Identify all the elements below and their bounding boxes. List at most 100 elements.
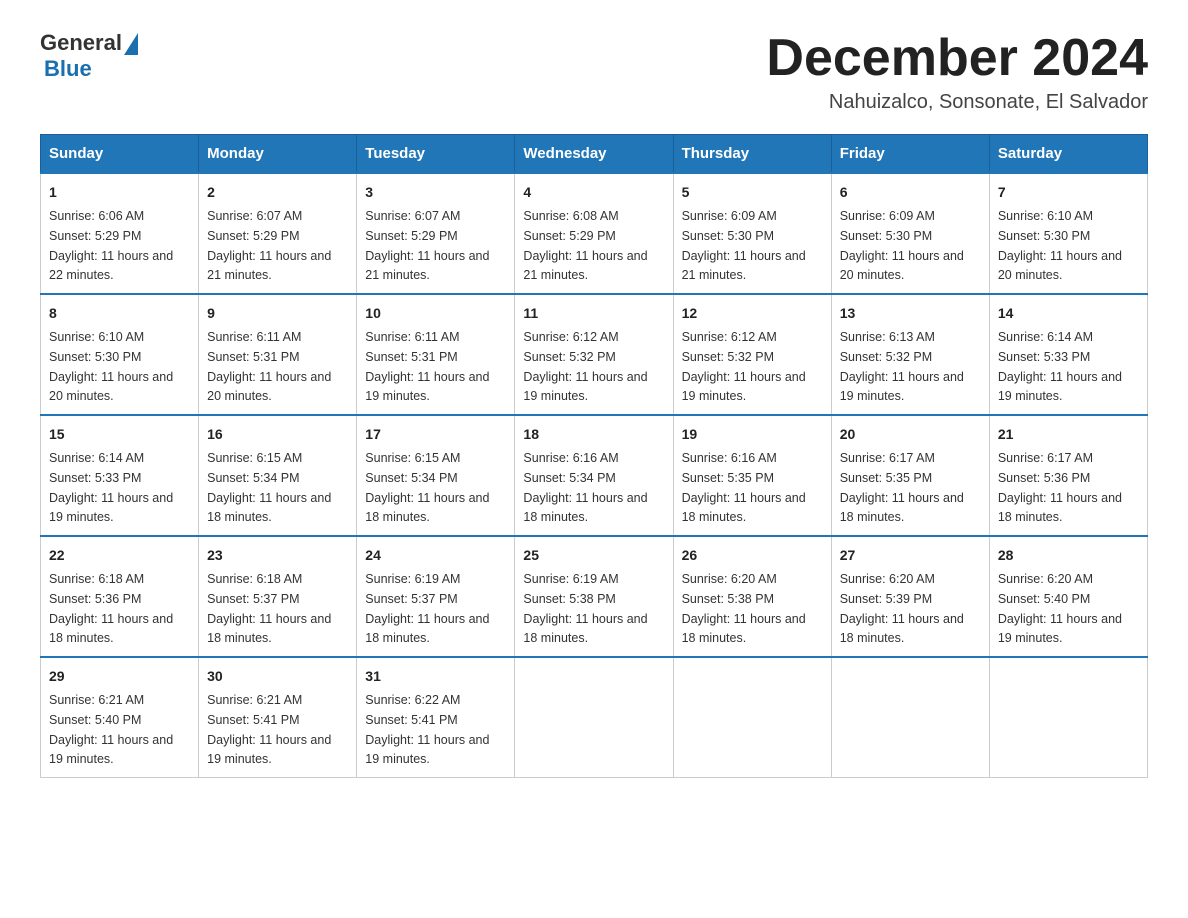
calendar-cell: 23 Sunrise: 6:18 AM Sunset: 5:37 PM Dayl… <box>199 536 357 657</box>
day-number: 23 <box>207 545 348 566</box>
sunset-text: Sunset: 5:38 PM <box>523 592 615 606</box>
sunrise-text: Sunrise: 6:17 AM <box>840 451 935 465</box>
calendar-cell: 5 Sunrise: 6:09 AM Sunset: 5:30 PM Dayli… <box>673 173 831 294</box>
calendar-week-row: 1 Sunrise: 6:06 AM Sunset: 5:29 PM Dayli… <box>41 173 1148 294</box>
daylight-text: Daylight: 11 hours and 20 minutes. <box>840 249 964 283</box>
day-number: 6 <box>840 182 981 203</box>
sunrise-text: Sunrise: 6:18 AM <box>49 572 144 586</box>
sunset-text: Sunset: 5:38 PM <box>682 592 774 606</box>
day-number: 28 <box>998 545 1139 566</box>
calendar-cell: 25 Sunrise: 6:19 AM Sunset: 5:38 PM Dayl… <box>515 536 673 657</box>
daylight-text: Daylight: 11 hours and 22 minutes. <box>49 249 173 283</box>
calendar-cell: 30 Sunrise: 6:21 AM Sunset: 5:41 PM Dayl… <box>199 657 357 778</box>
sunset-text: Sunset: 5:31 PM <box>365 350 457 364</box>
day-number: 10 <box>365 303 506 324</box>
sunset-text: Sunset: 5:37 PM <box>365 592 457 606</box>
daylight-text: Daylight: 11 hours and 18 minutes. <box>840 612 964 646</box>
day-of-week-header: Tuesday <box>357 135 515 174</box>
sunrise-text: Sunrise: 6:10 AM <box>49 330 144 344</box>
day-of-week-header: Sunday <box>41 135 199 174</box>
day-number: 12 <box>682 303 823 324</box>
calendar-cell: 27 Sunrise: 6:20 AM Sunset: 5:39 PM Dayl… <box>831 536 989 657</box>
daylight-text: Daylight: 11 hours and 18 minutes. <box>998 491 1122 525</box>
sunset-text: Sunset: 5:35 PM <box>840 471 932 485</box>
calendar-week-row: 8 Sunrise: 6:10 AM Sunset: 5:30 PM Dayli… <box>41 294 1148 415</box>
calendar-cell: 24 Sunrise: 6:19 AM Sunset: 5:37 PM Dayl… <box>357 536 515 657</box>
sunrise-text: Sunrise: 6:13 AM <box>840 330 935 344</box>
page-header: General Blue December 2024 Nahuizalco, S… <box>40 30 1148 114</box>
sunrise-text: Sunrise: 6:12 AM <box>523 330 618 344</box>
sunrise-text: Sunrise: 6:14 AM <box>49 451 144 465</box>
day-number: 25 <box>523 545 664 566</box>
calendar-cell: 31 Sunrise: 6:22 AM Sunset: 5:41 PM Dayl… <box>357 657 515 778</box>
day-number: 5 <box>682 182 823 203</box>
sunset-text: Sunset: 5:30 PM <box>49 350 141 364</box>
daylight-text: Daylight: 11 hours and 20 minutes. <box>207 370 331 404</box>
calendar-cell: 21 Sunrise: 6:17 AM Sunset: 5:36 PM Dayl… <box>989 415 1147 536</box>
logo-triangle-icon <box>124 33 138 55</box>
logo: General Blue <box>40 30 138 82</box>
daylight-text: Daylight: 11 hours and 19 minutes. <box>523 370 647 404</box>
logo-blue-text: Blue <box>44 56 92 82</box>
sunrise-text: Sunrise: 6:20 AM <box>998 572 1093 586</box>
day-number: 11 <box>523 303 664 324</box>
daylight-text: Daylight: 11 hours and 18 minutes. <box>682 491 806 525</box>
calendar-week-row: 15 Sunrise: 6:14 AM Sunset: 5:33 PM Dayl… <box>41 415 1148 536</box>
day-number: 22 <box>49 545 190 566</box>
sunrise-text: Sunrise: 6:09 AM <box>840 209 935 223</box>
daylight-text: Daylight: 11 hours and 18 minutes. <box>682 612 806 646</box>
sunset-text: Sunset: 5:29 PM <box>207 229 299 243</box>
day-number: 13 <box>840 303 981 324</box>
day-number: 19 <box>682 424 823 445</box>
sunrise-text: Sunrise: 6:10 AM <box>998 209 1093 223</box>
sunset-text: Sunset: 5:34 PM <box>207 471 299 485</box>
daylight-text: Daylight: 11 hours and 19 minutes. <box>49 733 173 767</box>
calendar-cell: 6 Sunrise: 6:09 AM Sunset: 5:30 PM Dayli… <box>831 173 989 294</box>
calendar-cell: 3 Sunrise: 6:07 AM Sunset: 5:29 PM Dayli… <box>357 173 515 294</box>
sunset-text: Sunset: 5:36 PM <box>998 471 1090 485</box>
sunrise-text: Sunrise: 6:07 AM <box>365 209 460 223</box>
day-of-week-header: Saturday <box>989 135 1147 174</box>
sunrise-text: Sunrise: 6:06 AM <box>49 209 144 223</box>
day-number: 1 <box>49 182 190 203</box>
sunrise-text: Sunrise: 6:11 AM <box>365 330 459 344</box>
sunrise-text: Sunrise: 6:16 AM <box>682 451 777 465</box>
sunrise-text: Sunrise: 6:11 AM <box>207 330 301 344</box>
daylight-text: Daylight: 11 hours and 20 minutes. <box>49 370 173 404</box>
sunset-text: Sunset: 5:39 PM <box>840 592 932 606</box>
day-of-week-header: Wednesday <box>515 135 673 174</box>
daylight-text: Daylight: 11 hours and 18 minutes. <box>365 612 489 646</box>
day-number: 4 <box>523 182 664 203</box>
calendar-cell <box>673 657 831 778</box>
daylight-text: Daylight: 11 hours and 21 minutes. <box>523 249 647 283</box>
calendar-week-row: 29 Sunrise: 6:21 AM Sunset: 5:40 PM Dayl… <box>41 657 1148 778</box>
sunrise-text: Sunrise: 6:21 AM <box>49 693 144 707</box>
calendar-cell: 13 Sunrise: 6:13 AM Sunset: 5:32 PM Dayl… <box>831 294 989 415</box>
sunset-text: Sunset: 5:30 PM <box>998 229 1090 243</box>
sunset-text: Sunset: 5:41 PM <box>365 713 457 727</box>
sunset-text: Sunset: 5:32 PM <box>840 350 932 364</box>
day-number: 17 <box>365 424 506 445</box>
sunrise-text: Sunrise: 6:08 AM <box>523 209 618 223</box>
sunset-text: Sunset: 5:35 PM <box>682 471 774 485</box>
sunset-text: Sunset: 5:37 PM <box>207 592 299 606</box>
location-subtitle: Nahuizalco, Sonsonate, El Salvador <box>766 91 1148 114</box>
sunset-text: Sunset: 5:34 PM <box>365 471 457 485</box>
sunrise-text: Sunrise: 6:18 AM <box>207 572 302 586</box>
day-number: 16 <box>207 424 348 445</box>
calendar-header-row: SundayMondayTuesdayWednesdayThursdayFrid… <box>41 135 1148 174</box>
day-number: 27 <box>840 545 981 566</box>
sunrise-text: Sunrise: 6:17 AM <box>998 451 1093 465</box>
calendar-cell: 8 Sunrise: 6:10 AM Sunset: 5:30 PM Dayli… <box>41 294 199 415</box>
daylight-text: Daylight: 11 hours and 19 minutes. <box>49 491 173 525</box>
daylight-text: Daylight: 11 hours and 18 minutes. <box>49 612 173 646</box>
sunrise-text: Sunrise: 6:15 AM <box>207 451 302 465</box>
calendar-cell: 7 Sunrise: 6:10 AM Sunset: 5:30 PM Dayli… <box>989 173 1147 294</box>
sunset-text: Sunset: 5:30 PM <box>682 229 774 243</box>
calendar-cell: 10 Sunrise: 6:11 AM Sunset: 5:31 PM Dayl… <box>357 294 515 415</box>
day-of-week-header: Monday <box>199 135 357 174</box>
month-year-title: December 2024 <box>766 30 1148 87</box>
day-number: 14 <box>998 303 1139 324</box>
day-number: 7 <box>998 182 1139 203</box>
calendar-cell: 26 Sunrise: 6:20 AM Sunset: 5:38 PM Dayl… <box>673 536 831 657</box>
